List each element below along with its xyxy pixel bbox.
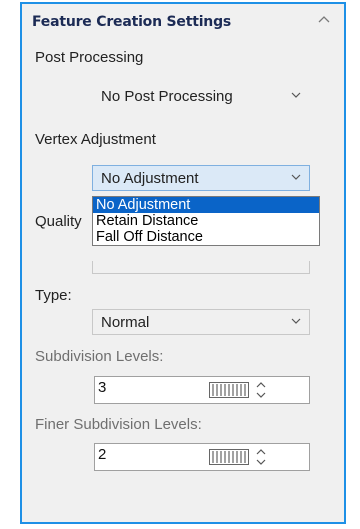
post-processing-select[interactable]: No Post Processing <box>92 83 310 109</box>
finer-subdivision-levels-spinner[interactable]: 2 <box>94 443 310 471</box>
slider-thumb-icon[interactable] <box>209 382 249 398</box>
post-processing-label: Post Processing <box>35 49 144 66</box>
type-select[interactable]: Normal <box>92 309 310 335</box>
chevron-down-icon <box>291 92 301 98</box>
quality-select[interactable] <box>92 261 310 274</box>
chevron-down-icon <box>291 174 301 180</box>
finer-subdivision-levels-label: Finer Subdivision Levels: <box>35 416 202 433</box>
type-label: Type: <box>35 287 72 304</box>
subdivision-levels-label: Subdivision Levels: <box>35 348 164 365</box>
spin-up-down-icon[interactable] <box>255 380 267 400</box>
dropdown-option-no-adjustment[interactable]: No Adjustment <box>93 197 319 213</box>
type-value: Normal <box>101 314 150 331</box>
vertex-adjustment-value: No Adjustment <box>101 170 199 187</box>
slider-thumb-icon[interactable] <box>209 449 249 465</box>
subdivision-levels-value: 3 <box>98 379 107 396</box>
dropdown-option-retain-distance[interactable]: Retain Distance <box>93 213 319 229</box>
post-processing-value: No Post Processing <box>101 88 233 105</box>
quality-label: Quality <box>35 213 82 230</box>
chevron-down-icon <box>291 318 301 324</box>
vertex-adjustment-dropdown-list: No Adjustment Retain Distance Fall Off D… <box>92 196 320 246</box>
vertex-adjustment-select[interactable]: No Adjustment <box>92 165 310 191</box>
dropdown-option-fall-off-distance[interactable]: Fall Off Distance <box>93 229 319 245</box>
finer-subdivision-levels-value: 2 <box>98 446 107 463</box>
vertex-adjustment-label: Vertex Adjustment <box>35 131 156 148</box>
chevron-up-icon[interactable] <box>318 14 330 24</box>
spin-up-down-icon[interactable] <box>255 447 267 467</box>
panel-title: Feature Creation Settings <box>32 14 232 30</box>
feature-creation-settings-panel: Feature Creation Settings Post Processin… <box>20 2 346 524</box>
subdivision-levels-spinner[interactable]: 3 <box>94 376 310 404</box>
